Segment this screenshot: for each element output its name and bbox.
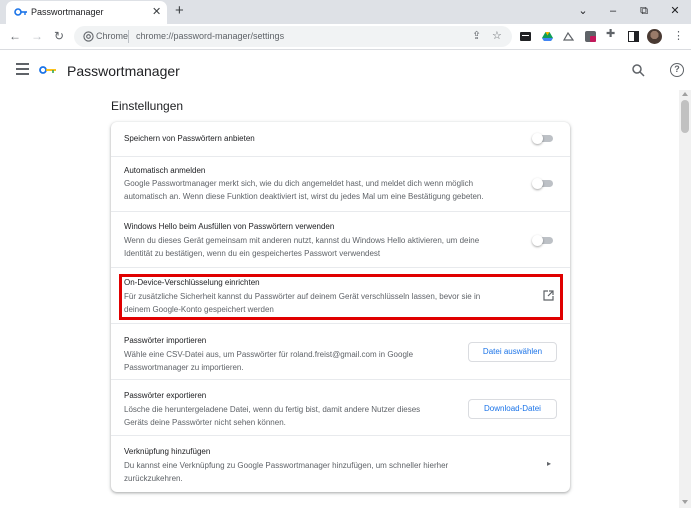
chrome-icon bbox=[83, 31, 94, 42]
address-bar[interactable]: Chrome chrome://password-manager/setting… bbox=[74, 26, 512, 47]
scroll-up-arrow-icon[interactable] bbox=[682, 92, 688, 96]
download-file-button[interactable]: Download-Datei bbox=[468, 399, 557, 419]
choose-file-button[interactable]: Datei auswählen bbox=[468, 342, 557, 362]
hamburger-menu-icon[interactable] bbox=[16, 63, 29, 75]
password-manager-logo bbox=[39, 66, 56, 74]
setting-title: Verknüpfung hinzufügen bbox=[124, 447, 211, 456]
bookmark-star-icon[interactable]: ☆ bbox=[492, 30, 502, 43]
side-panel-icon[interactable] bbox=[628, 31, 639, 42]
setting-desc: zurückzukehren. bbox=[124, 474, 183, 483]
scroll-down-arrow-icon[interactable] bbox=[682, 500, 688, 504]
scrollbar-thumb[interactable] bbox=[681, 100, 689, 133]
avatar[interactable] bbox=[647, 29, 662, 44]
chevron-right-icon[interactable]: ▸ bbox=[547, 459, 551, 468]
more-menu-icon[interactable]: ⋮ bbox=[673, 29, 684, 43]
setting-windows-hello[interactable]: Windows Hello beim Ausfüllen von Passwör… bbox=[111, 211, 570, 267]
setting-add-shortcut[interactable]: Verknüpfung hinzufügen Du kannst eine Ve… bbox=[111, 435, 570, 492]
share-icon[interactable]: ⇪ bbox=[472, 30, 481, 43]
maximize-icon[interactable]: ⧉ bbox=[637, 4, 651, 18]
setting-title: Passwörter importieren bbox=[124, 336, 207, 345]
omnibox-scheme: Chrome bbox=[96, 31, 129, 41]
setting-desc: Identität zu bestätigen, wenn du ein ges… bbox=[124, 249, 381, 258]
forward-icon[interactable]: → bbox=[30, 29, 44, 43]
extensions-puzzle-icon[interactable]: ✚ bbox=[606, 28, 615, 41]
auto-signin-toggle[interactable] bbox=[532, 178, 554, 189]
setting-desc: Geräts deine Passwörter nicht sehen könn… bbox=[124, 418, 286, 427]
tab-passwortmanager[interactable]: Passwortmanager ✕ bbox=[6, 1, 167, 24]
setting-desc: Du kannst eine Verknüpfung zu Google Pas… bbox=[124, 461, 449, 470]
extension-badge-icon[interactable] bbox=[585, 31, 596, 42]
close-window-icon[interactable]: ✕ bbox=[668, 4, 682, 18]
minimize-icon[interactable]: – bbox=[606, 4, 620, 18]
omnibox-url[interactable]: chrome://password-manager/settings bbox=[136, 31, 284, 41]
setting-offer-save-passwords[interactable]: Speichern von Passwörtern anbieten bbox=[111, 122, 570, 156]
setting-export-passwords: Passwörter exportieren Lösche die herunt… bbox=[111, 379, 570, 435]
help-icon[interactable]: ? bbox=[670, 63, 684, 77]
new-tab-button[interactable]: + bbox=[175, 2, 184, 20]
setting-import-passwords: Passwörter importieren Wähle eine CSV-Da… bbox=[111, 323, 570, 379]
setting-desc: Passwortmanager zu importieren. bbox=[124, 363, 244, 372]
tab-strip: Passwortmanager ✕ + ⌄ – ⧉ ✕ bbox=[0, 0, 691, 24]
omnibox-separator bbox=[128, 30, 129, 43]
reload-icon[interactable]: ↻ bbox=[52, 29, 66, 43]
setting-title: Passwörter exportieren bbox=[124, 391, 207, 400]
tab-title: Passwortmanager bbox=[31, 7, 104, 17]
browser-toolbar: ← → ↻ Chrome chrome://password-manager/s… bbox=[0, 24, 691, 50]
setting-auto-signin[interactable]: Automatisch anmelden Google Passwortmana… bbox=[111, 156, 570, 211]
extension-dark-icon[interactable] bbox=[520, 31, 531, 42]
setting-desc: automatisch an. Wenn diese Funktion deak… bbox=[124, 192, 484, 201]
setting-desc: Wenn du dieses Gerät gemeinsam mit ander… bbox=[124, 236, 480, 245]
page-title: Passwortmanager bbox=[67, 63, 180, 79]
scrollbar[interactable] bbox=[679, 90, 691, 508]
offer-save-toggle[interactable] bbox=[532, 133, 554, 144]
key-icon bbox=[14, 8, 27, 16]
setting-desc: Wähle eine CSV-Datei aus, um Passwörter … bbox=[124, 350, 414, 359]
setting-title: Windows Hello beim Ausfüllen von Passwör… bbox=[124, 222, 335, 231]
tab-close-icon[interactable]: ✕ bbox=[152, 5, 161, 19]
windows-hello-toggle[interactable] bbox=[532, 235, 554, 246]
tab-search-icon[interactable]: ⌄ bbox=[576, 4, 590, 18]
setting-title: Automatisch anmelden bbox=[124, 166, 206, 175]
setting-desc: Lösche die heruntergeladene Datei, wenn … bbox=[124, 405, 421, 414]
section-title: Einstellungen bbox=[111, 99, 184, 113]
search-icon[interactable] bbox=[632, 64, 645, 77]
highlight-frame bbox=[119, 274, 563, 320]
extension-grey-icon[interactable] bbox=[563, 31, 574, 42]
setting-title: Speichern von Passwörtern anbieten bbox=[124, 134, 255, 143]
back-icon[interactable]: ← bbox=[8, 29, 22, 43]
drive-icon[interactable] bbox=[542, 31, 553, 42]
setting-desc: Google Passwortmanager merkt sich, wie d… bbox=[124, 179, 474, 188]
